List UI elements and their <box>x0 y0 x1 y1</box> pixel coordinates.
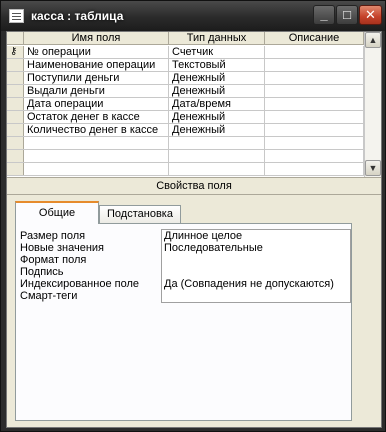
general-tab-panel: Размер поля Длинное целое Новые значения По… <box>15 223 352 421</box>
column-header-description[interactable]: Описание <box>265 32 364 44</box>
column-header-field-name[interactable]: Имя поля <box>24 32 169 44</box>
data-type-cell[interactable]: Денежный <box>169 111 265 123</box>
data-type-cell[interactable] <box>169 137 265 149</box>
property-value-field[interactable] <box>161 290 351 303</box>
field-name-cell[interactable] <box>24 137 169 149</box>
description-cell[interactable] <box>265 85 364 97</box>
table-design-window: касса : таблица _ □ ✕ Имя поля Тип данны… <box>0 0 386 432</box>
data-type-cell[interactable]: Денежный <box>169 72 265 84</box>
data-type-cell[interactable]: Счетчик <box>169 46 265 58</box>
grid-header: Имя поля Тип данных Описание <box>7 32 364 45</box>
row-selector[interactable] <box>7 85 24 97</box>
field-properties-header: Свойства поля <box>7 177 381 195</box>
field-properties-area: Общие Подстановка Размер поля Длинное цел… <box>7 195 381 427</box>
field-name-cell[interactable]: Остаток денег в кассе <box>24 111 169 123</box>
data-type-cell[interactable] <box>169 150 265 162</box>
property-value-field[interactable]: Длинное целое <box>161 229 351 243</box>
field-name-cell[interactable]: Наименование операции <box>24 59 169 71</box>
close-button[interactable]: ✕ <box>359 5 382 25</box>
row-selector[interactable] <box>7 150 24 162</box>
field-name-cell[interactable]: Поступили деньги <box>24 72 169 84</box>
primary-key-icon: ⚷ <box>10 46 18 57</box>
field-name-cell[interactable]: Дата операции <box>24 98 169 110</box>
table-row[interactable]: Поступили деньги Денежный <box>7 72 364 85</box>
table-row[interactable] <box>7 150 364 163</box>
table-row[interactable]: Остаток денег в кассе Денежный <box>7 111 364 124</box>
data-type-cell[interactable]: Денежный <box>169 124 265 136</box>
scroll-up-button[interactable]: ▲ <box>365 32 381 48</box>
row-selector[interactable] <box>7 98 24 110</box>
description-cell[interactable] <box>265 46 364 58</box>
description-cell[interactable] <box>265 72 364 84</box>
table-row[interactable] <box>7 163 364 176</box>
scroll-down-button[interactable]: ▼ <box>365 160 381 176</box>
table-icon <box>9 9 24 23</box>
column-header-data-type[interactable]: Тип данных <box>169 32 265 44</box>
field-name-cell[interactable] <box>24 163 169 175</box>
row-selector-header <box>7 32 24 44</box>
property-row: Смарт-теги <box>16 290 351 303</box>
field-name-cell[interactable]: Количество денег в кассе <box>24 124 169 136</box>
tab-lookup[interactable]: Подстановка <box>99 205 181 223</box>
window-content: Имя поля Тип данных Описание ⚷ № операции… <box>6 31 382 428</box>
window-title: касса : таблица <box>31 9 124 23</box>
table-row[interactable] <box>7 137 364 150</box>
tab-general[interactable]: Общие <box>15 201 99 224</box>
description-cell[interactable] <box>265 137 364 149</box>
table-row[interactable]: Дата операции Дата/время <box>7 98 364 111</box>
data-type-cell[interactable]: Денежный <box>169 85 265 97</box>
table-row[interactable]: Количество денег в кассе Денежный <box>7 124 364 137</box>
row-selector[interactable] <box>7 59 24 71</box>
row-selector[interactable] <box>7 72 24 84</box>
field-name-cell[interactable]: № операции <box>24 46 169 58</box>
maximize-button[interactable]: □ <box>336 5 358 25</box>
field-name-cell[interactable]: Выдали деньги <box>24 85 169 97</box>
description-cell[interactable] <box>265 98 364 110</box>
title-bar[interactable]: касса : таблица _ □ ✕ <box>1 1 385 31</box>
row-selector[interactable] <box>7 124 24 136</box>
property-label: Смарт-теги <box>20 290 78 302</box>
row-selector[interactable] <box>7 111 24 123</box>
field-grid: Имя поля Тип данных Описание ⚷ № операции… <box>7 32 381 177</box>
vertical-scrollbar[interactable]: ▲ ▼ <box>364 32 381 177</box>
description-cell[interactable] <box>265 111 364 123</box>
table-row[interactable]: ⚷ № операции Счетчик <box>7 46 364 59</box>
minimize-button[interactable]: _ <box>313 5 335 25</box>
description-cell[interactable] <box>265 150 364 162</box>
data-type-cell[interactable]: Текстовый <box>169 59 265 71</box>
row-selector[interactable]: ⚷ <box>7 46 24 58</box>
table-row[interactable]: Выдали деньги Денежный <box>7 85 364 98</box>
field-name-cell[interactable] <box>24 150 169 162</box>
table-row[interactable]: Наименование операции Текстовый <box>7 59 364 72</box>
row-selector[interactable] <box>7 163 24 175</box>
description-cell[interactable] <box>265 124 364 136</box>
row-selector[interactable] <box>7 137 24 149</box>
data-type-cell[interactable] <box>169 163 265 175</box>
description-cell[interactable] <box>265 163 364 175</box>
data-type-cell[interactable]: Дата/время <box>169 98 265 110</box>
description-cell[interactable] <box>265 59 364 71</box>
